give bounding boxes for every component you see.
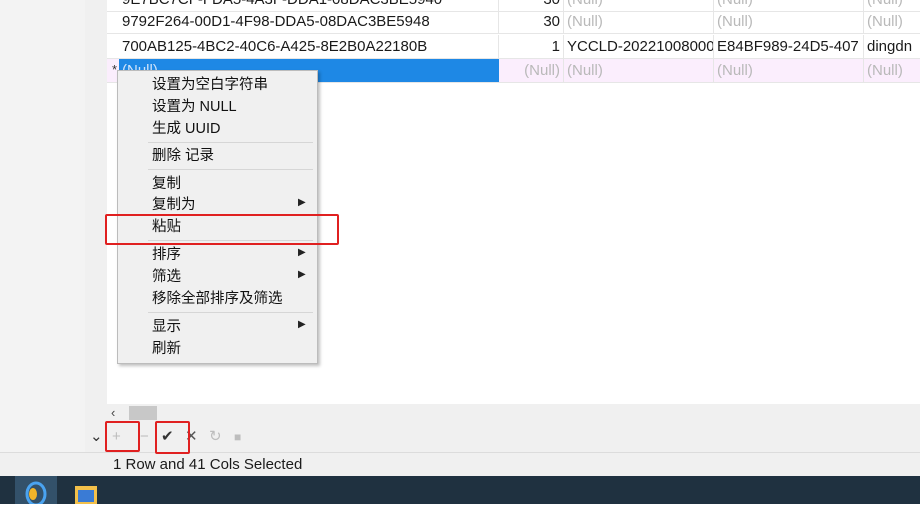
menu-item-set-null[interactable]: 设置为 NULL (152, 97, 237, 117)
menu-item-display[interactable]: 显示 (152, 317, 181, 337)
cell-c5[interactable]: (Null) (864, 59, 920, 82)
folder-icon (75, 486, 97, 504)
scrollbar-thumb[interactable] (129, 406, 157, 420)
menu-item-filter[interactable]: 筛选 (152, 267, 181, 287)
menu-separator (148, 312, 313, 313)
cell-c3[interactable]: YCCLD-20221008000 (564, 35, 714, 58)
submenu-arrow-icon: ▶ (298, 319, 306, 330)
cell-c3[interactable]: (Null) (564, 10, 714, 33)
record-toolbar: ⌄ + − ✔ ✕ ↻ ■ (85, 422, 920, 452)
cell-c5[interactable]: (Null) (864, 10, 920, 33)
table-row[interactable]: 700AB125-4BC2-40C6-A425-8E2B0A22180B 1 Y… (107, 35, 920, 59)
app-icon (25, 481, 47, 507)
row-header-column (85, 0, 107, 452)
highlight-box-apply (155, 421, 190, 454)
menu-item-copy-as[interactable]: 复制为 (152, 195, 196, 215)
taskbar-app-navicat[interactable] (15, 476, 57, 507)
menu-item-copy[interactable]: 复制 (152, 174, 181, 194)
highlight-box-add (105, 421, 140, 452)
table-row[interactable]: 9792F264-00D1-4F98-DDA5-08DAC3BE5948 30 … (107, 10, 920, 34)
scroll-left-icon[interactable]: ‹ (111, 405, 115, 420)
cell-c5[interactable]: dingdn (864, 35, 920, 58)
cell-c3[interactable]: (Null) (564, 59, 714, 82)
menu-item-sort[interactable]: 排序 (152, 245, 181, 265)
menu-item-set-empty-string[interactable]: 设置为空白字符串 (152, 75, 268, 95)
cell-num[interactable]: 30 (499, 10, 564, 33)
cell-c4[interactable]: E84BF989-24D5-407 (714, 35, 864, 58)
status-bar: 1 Row and 41 Cols Selected (0, 452, 920, 477)
delete-record-button[interactable]: − (140, 428, 149, 446)
cell-id[interactable]: 9792F264-00D1-4F98-DDA5-08DAC3BE5948 (119, 10, 499, 33)
cell-c4[interactable]: (Null) (714, 59, 864, 82)
horizontal-scrollbar[interactable]: ‹ (107, 404, 920, 422)
menu-item-refresh[interactable]: 刷新 (152, 339, 181, 359)
taskbar (0, 476, 920, 507)
menu-item-generate-uuid[interactable]: 生成 UUID (152, 119, 220, 139)
submenu-arrow-icon: ▶ (298, 269, 306, 280)
left-panel (0, 0, 85, 452)
cell-id[interactable]: 700AB125-4BC2-40C6-A425-8E2B0A22180B (119, 35, 499, 58)
submenu-arrow-icon: ▶ (298, 247, 306, 258)
menu-item-delete-record[interactable]: 删除 记录 (152, 146, 214, 166)
cell-num[interactable]: 1 (499, 35, 564, 58)
highlight-box-paste (105, 214, 339, 245)
menu-separator (148, 169, 313, 170)
status-text: 1 Row and 41 Cols Selected (113, 456, 303, 473)
submenu-arrow-icon: ▶ (298, 197, 306, 208)
refresh-button[interactable]: ↻ (209, 428, 222, 446)
stop-button[interactable]: ■ (234, 428, 241, 446)
menu-separator (148, 142, 313, 143)
cell-num[interactable]: (Null) (499, 59, 564, 82)
taskbar-app-explorer[interactable] (64, 476, 106, 504)
collapse-icon[interactable]: ⌄ (90, 428, 103, 446)
cell-c4[interactable]: (Null) (714, 10, 864, 33)
menu-item-remove-sort-filter[interactable]: 移除全部排序及筛选 (152, 289, 283, 309)
